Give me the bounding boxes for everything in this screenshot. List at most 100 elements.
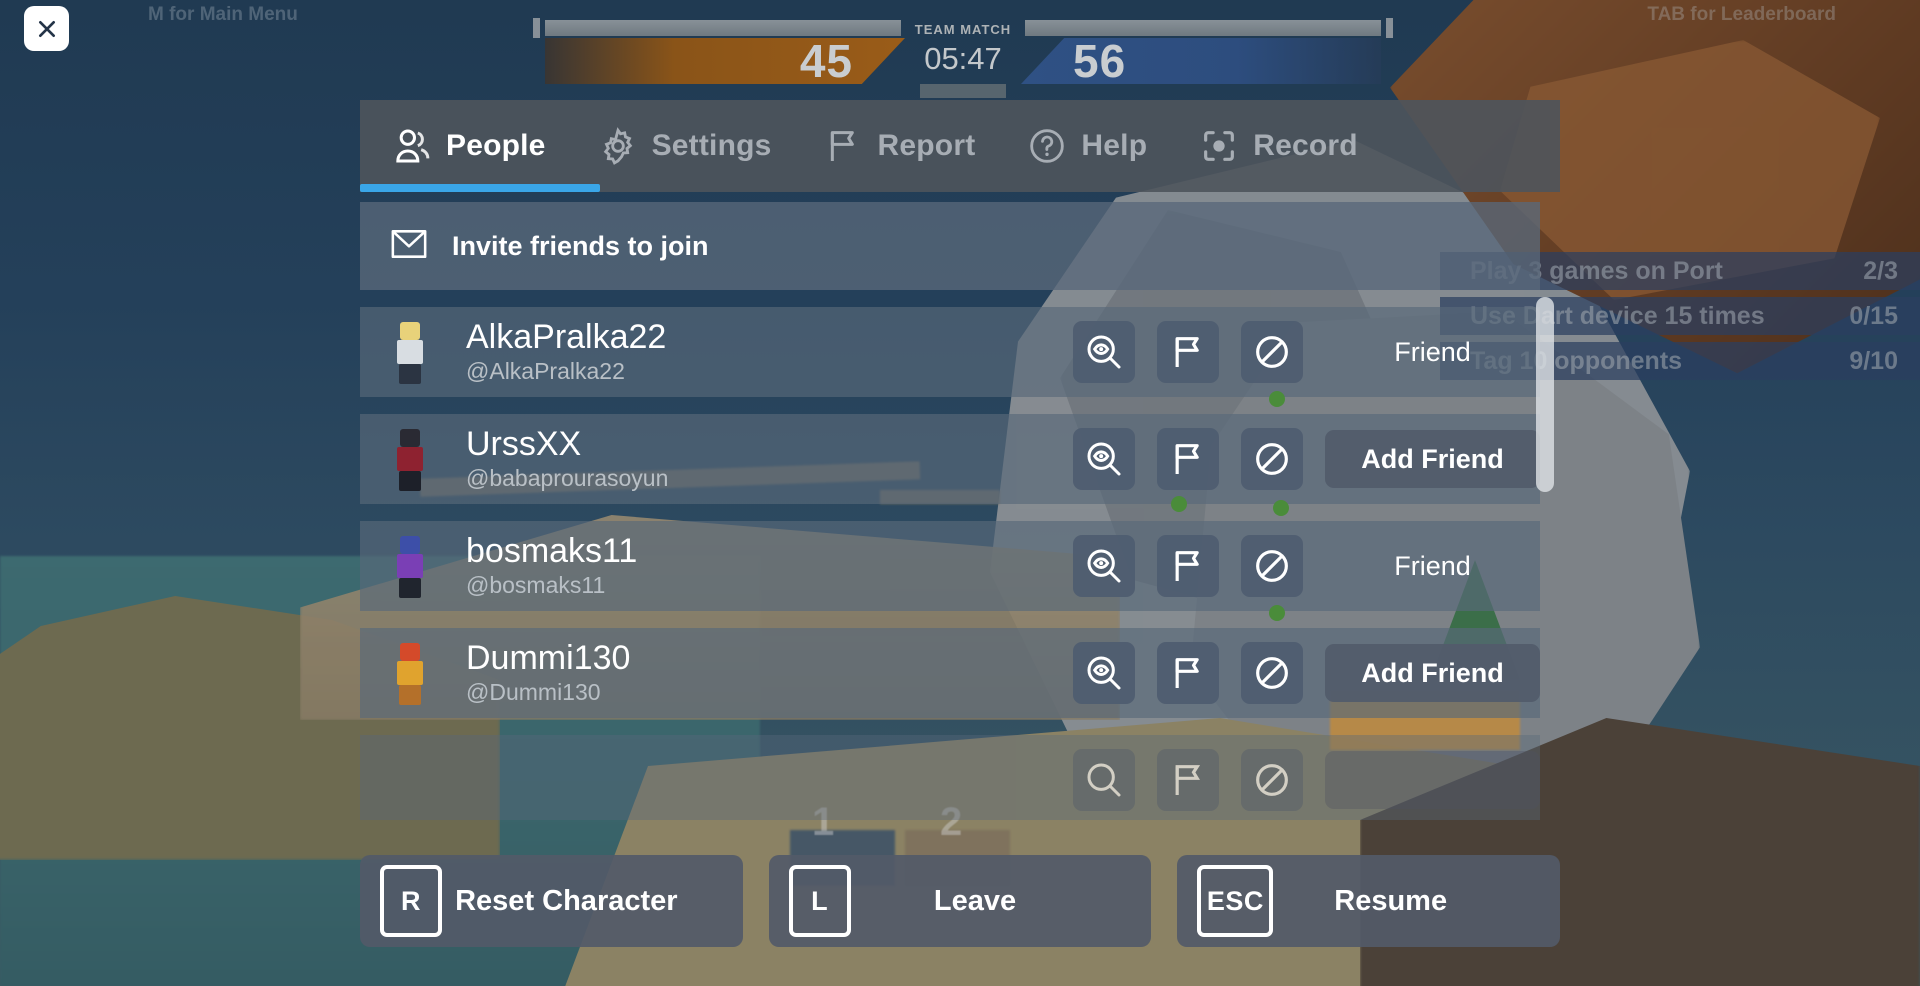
inspect-button[interactable] [1073, 428, 1135, 490]
player-handle: @bosmaks11 [466, 571, 606, 598]
block-button[interactable] [1241, 428, 1303, 516]
report-button[interactable] [1157, 321, 1219, 383]
block-button[interactable] [1241, 535, 1303, 621]
player-row[interactable]: AlkaPralka22 @AlkaPralka22 Friend [360, 307, 1540, 407]
add-friend-button[interactable]: Add Friend [1325, 644, 1540, 702]
tab-people[interactable]: People [360, 100, 572, 192]
player-identity: Dummi130 @Dummi130 [466, 641, 1073, 706]
inspect-button[interactable] [1073, 321, 1135, 383]
block-button[interactable] [1241, 642, 1303, 704]
add-friend-label: Add Friend [1361, 443, 1504, 474]
player-display-name: bosmaks11 [466, 531, 638, 570]
reset-character-button[interactable]: R Reset Character [360, 855, 743, 947]
avatar [380, 637, 440, 709]
tab-label-report: Report [877, 129, 976, 162]
avatar [380, 316, 440, 388]
inspect-eye-magnifier-icon [1087, 442, 1121, 476]
tab-record[interactable]: Record [1173, 100, 1384, 192]
tab-bar: People Settings Report Help Record [360, 100, 1560, 192]
hud-bar-left [545, 20, 901, 36]
main-menu-hint: M for Main Menu [148, 4, 298, 25]
player-identity: AlkaPralka22 @AlkaPralka22 [466, 320, 1073, 385]
match-timer: 05:47 [924, 41, 1002, 76]
score-right-value: 56 [1073, 35, 1127, 87]
tab-report[interactable]: Report [798, 100, 1002, 192]
row-actions [1073, 428, 1303, 516]
active-tab-indicator [360, 184, 600, 192]
player-row[interactable]: UrssXX @babaprourasoyun Add Friend [360, 414, 1540, 516]
player-identity: bosmaks11 @bosmaks11 [466, 534, 1073, 599]
inspect-button[interactable] [1073, 749, 1135, 811]
tab-label-record: Record [1253, 129, 1358, 162]
flag-icon [824, 126, 864, 166]
report-button[interactable] [1157, 642, 1219, 704]
resume-button[interactable]: ESC Resume [1177, 855, 1561, 947]
team-score-left: 45 [545, 38, 905, 84]
avatar-torso [397, 661, 423, 685]
close-icon [38, 20, 55, 37]
tab-settings[interactable]: Settings [572, 100, 798, 192]
avatar [380, 423, 440, 495]
online-status-dot [1269, 605, 1285, 621]
quest-progress: 0/15 [1849, 301, 1898, 330]
hud-tick-right [1386, 18, 1393, 38]
resume-label: Resume [1334, 884, 1448, 917]
envelope-icon [390, 229, 428, 264]
quest-progress: 9/10 [1849, 346, 1898, 375]
bottom-action-bar: R Reset Character L Leave ESC Resume [360, 855, 1561, 947]
gear-icon [598, 126, 638, 166]
online-status-dot [1171, 496, 1187, 512]
close-button[interactable] [24, 6, 69, 51]
avatar [380, 530, 440, 602]
list-scrollbar[interactable] [1536, 297, 1554, 492]
add-friend-button[interactable]: Add Friend [1325, 430, 1540, 488]
player-identity: UrssXX @babaprourasoyun [466, 427, 1073, 492]
player-row[interactable]: bosmaks11 @bosmaks11 Friend [360, 521, 1540, 621]
tab-label-people: People [446, 129, 546, 162]
inspect-eye-magnifier-icon [1087, 763, 1121, 797]
report-button[interactable] [1157, 535, 1219, 597]
tab-help[interactable]: Help [1001, 100, 1173, 192]
invite-friends-label: Invite friends to join [452, 230, 709, 261]
flag-icon [1175, 658, 1199, 688]
question-icon [1027, 126, 1067, 166]
tab-label-help: Help [1081, 129, 1148, 162]
player-relationship: Friend [1325, 337, 1540, 368]
key-label: L [811, 885, 829, 916]
flag-icon [1175, 551, 1199, 581]
match-center-info: TEAM MATCH 05:47 [863, 22, 1063, 77]
player-row-partial[interactable] [360, 735, 1540, 820]
block-button[interactable] [1241, 749, 1303, 811]
inspect-button[interactable] [1073, 535, 1135, 597]
player-relationship: Friend [1325, 551, 1540, 582]
key-hint-esc: ESC [1197, 865, 1274, 937]
invite-friends-row[interactable]: Invite friends to join [360, 202, 1540, 290]
avatar-legs [399, 578, 421, 598]
avatar-torso [397, 340, 423, 364]
team-score-right: 56 [1021, 38, 1381, 84]
flag-icon [1175, 765, 1201, 795]
block-circle-slash-icon [1256, 443, 1288, 475]
match-scoreboard: 45 56 TEAM MATCH 05:47 [533, 14, 1393, 98]
report-button[interactable] [1157, 428, 1219, 512]
block-button[interactable] [1241, 321, 1303, 407]
player-relationship [1325, 751, 1540, 809]
avatar-head [400, 429, 420, 447]
inspect-button[interactable] [1073, 642, 1135, 704]
avatar-torso [397, 554, 423, 578]
add-friend-button[interactable] [1325, 751, 1540, 809]
key-hint-r: R [380, 865, 442, 937]
player-row[interactable]: Dummi130 @Dummi130 Add Friend [360, 628, 1540, 718]
friend-label: Friend [1394, 550, 1471, 581]
avatar-head [400, 322, 420, 340]
player-display-name: AlkaPralka22 [466, 317, 667, 356]
inspect-eye-magnifier-icon [1087, 656, 1121, 690]
leave-button[interactable]: L Leave [768, 855, 1152, 947]
report-button[interactable] [1157, 749, 1219, 811]
flag-icon [1175, 337, 1199, 367]
avatar-torso [397, 447, 423, 471]
quest-progress: 2/3 [1863, 256, 1898, 285]
reset-character-label: Reset Character [455, 884, 678, 917]
player-handle: @AlkaPralka22 [466, 357, 625, 384]
avatar-head [400, 643, 420, 661]
